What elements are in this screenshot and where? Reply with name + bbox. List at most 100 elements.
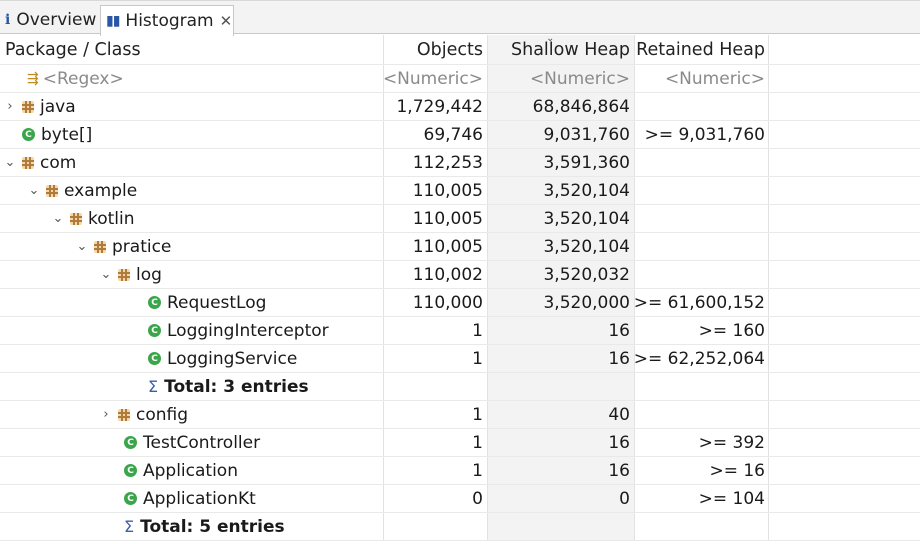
expand-chevron-icon[interactable]: ›	[2, 99, 18, 114]
sigma-icon: Σ	[148, 377, 159, 396]
column-header-objects[interactable]: Objects	[383, 35, 487, 64]
row-shallow-heap	[487, 513, 634, 540]
close-icon[interactable]: ✕	[220, 12, 233, 30]
collapse-chevron-icon[interactable]: ⌄	[50, 211, 66, 226]
tab-overview-label: Overview	[16, 10, 97, 30]
table-row[interactable]: › config 1 40	[0, 401, 920, 429]
row-objects: 1,729,442	[383, 93, 487, 120]
total-row: Σ Total: 3 entries	[0, 373, 920, 401]
row-name: java	[40, 96, 76, 117]
column-header-shallow-heap[interactable]: ⌄ Shallow Heap	[487, 33, 634, 64]
row-retained-heap	[634, 373, 769, 400]
info-icon: i	[5, 12, 11, 28]
class-icon: C	[148, 296, 161, 309]
table-row[interactable]: C ApplicationKt 0 0 >= 104	[0, 485, 920, 513]
row-retained-heap	[634, 177, 769, 204]
package-icon	[118, 268, 130, 281]
row-name: com	[40, 152, 77, 173]
row-shallow-heap: 9,031,760	[487, 121, 634, 148]
sigma-icon: Σ	[124, 517, 135, 536]
table-row[interactable]: › C byte[] 69,746 9,031,760 >= 9,031,760	[0, 121, 920, 149]
row-shallow-heap: 16	[487, 345, 634, 372]
row-objects	[383, 373, 487, 400]
row-objects: 110,005	[383, 233, 487, 260]
table-row[interactable]: ⌄ kotlin 110,005 3,520,104	[0, 205, 920, 233]
class-icon: C	[124, 492, 137, 505]
filter-row: ⇶ <Regex> <Numeric> <Numeric> <Numeric>	[0, 65, 920, 93]
row-retained-heap	[634, 233, 769, 260]
package-icon	[22, 156, 34, 169]
row-shallow-heap: 3,520,104	[487, 177, 634, 204]
collapse-chevron-icon[interactable]: ⌄	[98, 267, 114, 282]
collapse-chevron-icon[interactable]: ⌄	[2, 155, 18, 170]
row-objects: 1	[383, 457, 487, 484]
row-objects: 1	[383, 345, 487, 372]
collapse-chevron-icon[interactable]: ⌄	[74, 239, 90, 254]
column-header-name[interactable]: Package / Class	[0, 35, 383, 64]
row-name: pratice	[112, 236, 172, 257]
table-row[interactable]: C LoggingService 1 16 >= 62,252,064	[0, 345, 920, 373]
row-objects: 110,005	[383, 205, 487, 232]
regex-filter-placeholder: <Regex>	[42, 68, 124, 89]
retained-heap-filter-field[interactable]: <Numeric>	[634, 65, 769, 92]
class-icon: C	[22, 128, 35, 141]
tab-histogram[interactable]: ▮▮ Histogram ✕	[100, 5, 234, 36]
row-retained-heap: >= 9,031,760	[634, 121, 769, 148]
tab-overview[interactable]: i Overview	[0, 5, 100, 35]
package-icon	[118, 408, 130, 421]
row-objects: 1	[383, 429, 487, 456]
row-shallow-heap: 3,591,360	[487, 149, 634, 176]
regex-filter-field[interactable]: ⇶ <Regex>	[0, 65, 383, 92]
table-row[interactable]: › java 1,729,442 68,846,864	[0, 93, 920, 121]
row-objects: 110,002	[383, 261, 487, 288]
table-row[interactable]: C LoggingInterceptor 1 16 >= 160	[0, 317, 920, 345]
row-objects: 110,000	[383, 289, 487, 316]
row-retained-heap	[634, 205, 769, 232]
row-objects: 112,253	[383, 149, 487, 176]
row-name: Application	[143, 460, 238, 481]
total-label: Total: 5 entries	[140, 516, 285, 537]
sort-descending-icon: ⌄	[546, 33, 555, 44]
table-row[interactable]: ⌄ pratice 110,005 3,520,104	[0, 233, 920, 261]
table-row[interactable]: ⌄ example 110,005 3,520,104	[0, 177, 920, 205]
row-objects: 110,005	[383, 177, 487, 204]
row-retained-heap: >= 104	[634, 485, 769, 512]
table-row[interactable]: C TestController 1 16 >= 392	[0, 429, 920, 457]
row-name: ApplicationKt	[143, 488, 256, 509]
row-retained-heap: >= 62,252,064	[634, 345, 769, 372]
table-row[interactable]: ⌄ log 110,002 3,520,032	[0, 261, 920, 289]
row-objects: 1	[383, 401, 487, 428]
class-icon: C	[124, 464, 137, 477]
class-icon: C	[148, 324, 161, 337]
table-row[interactable]: C RequestLog 110,000 3,520,000 >= 61,600…	[0, 289, 920, 317]
row-retained-heap	[634, 513, 769, 540]
class-icon: C	[148, 352, 161, 365]
expand-chevron-icon[interactable]: ›	[98, 407, 114, 422]
row-name: RequestLog	[167, 292, 267, 313]
column-header-shallow-heap-label: Shallow Heap	[511, 39, 630, 60]
objects-filter-field[interactable]: <Numeric>	[383, 65, 487, 92]
collapse-chevron-icon[interactable]: ⌄	[26, 183, 42, 198]
row-shallow-heap: 3,520,104	[487, 233, 634, 260]
row-objects: 69,746	[383, 121, 487, 148]
shallow-heap-filter-field[interactable]: <Numeric>	[487, 65, 634, 92]
regex-filter-icon: ⇶	[27, 70, 39, 87]
row-objects: 0	[383, 485, 487, 512]
table-row[interactable]: C Application 1 16 >= 16	[0, 457, 920, 485]
row-shallow-heap: 40	[487, 401, 634, 428]
row-shallow-heap: 16	[487, 429, 634, 456]
row-shallow-heap: 0	[487, 485, 634, 512]
histogram-icon: ▮▮	[106, 13, 120, 29]
row-retained-heap	[634, 93, 769, 120]
row-objects: 1	[383, 317, 487, 344]
row-retained-heap: >= 61,600,152	[634, 289, 769, 316]
row-retained-heap: >= 392	[634, 429, 769, 456]
row-shallow-heap: 3,520,104	[487, 205, 634, 232]
row-name: log	[136, 264, 162, 285]
table-row[interactable]: ⌄ com 112,253 3,591,360	[0, 149, 920, 177]
row-shallow-heap: 16	[487, 317, 634, 344]
column-header-retained-heap[interactable]: Retained Heap	[634, 35, 769, 64]
row-retained-heap: >= 160	[634, 317, 769, 344]
package-icon	[94, 240, 106, 253]
row-name: LoggingService	[167, 348, 298, 369]
